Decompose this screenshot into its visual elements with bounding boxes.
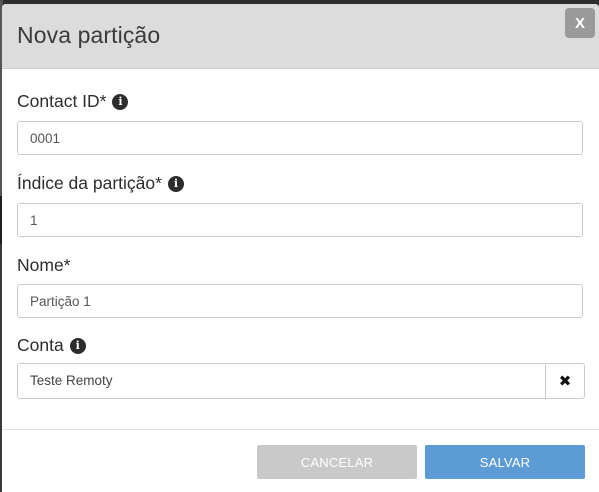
contact-id-label: Contact ID* i xyxy=(17,91,129,112)
partition-index-label-text: Índice da partição* xyxy=(17,173,162,193)
footer-divider xyxy=(2,429,599,430)
info-icon[interactable]: i xyxy=(69,337,86,354)
account-select[interactable]: Teste Remoty ✖ xyxy=(17,363,585,399)
dialog-header: Nova partição X xyxy=(2,4,599,69)
name-label-text: Nome* xyxy=(17,255,71,275)
new-partition-dialog: Nova partição X Contact ID* i Índice da … xyxy=(2,4,599,492)
cancel-button[interactable]: CANCELAR xyxy=(257,445,417,479)
dialog-title: Nova partição xyxy=(17,22,161,48)
info-icon[interactable]: i xyxy=(112,93,129,110)
contact-id-input[interactable] xyxy=(17,121,583,155)
save-button[interactable]: SALVAR xyxy=(425,445,585,479)
account-selected-value: Teste Remoty xyxy=(30,373,113,388)
contact-id-label-text: Contact ID* xyxy=(17,91,107,111)
clear-icon[interactable]: ✖ xyxy=(545,364,584,398)
partition-index-label: Índice da partição* i xyxy=(17,173,184,194)
name-input[interactable] xyxy=(17,284,583,318)
account-label-text: Conta xyxy=(17,335,64,355)
account-label: Conta i xyxy=(17,335,86,356)
name-label: Nome* xyxy=(17,255,71,276)
close-icon[interactable]: X xyxy=(565,8,595,38)
partition-index-input[interactable] xyxy=(17,203,583,237)
info-icon[interactable]: i xyxy=(167,175,184,192)
